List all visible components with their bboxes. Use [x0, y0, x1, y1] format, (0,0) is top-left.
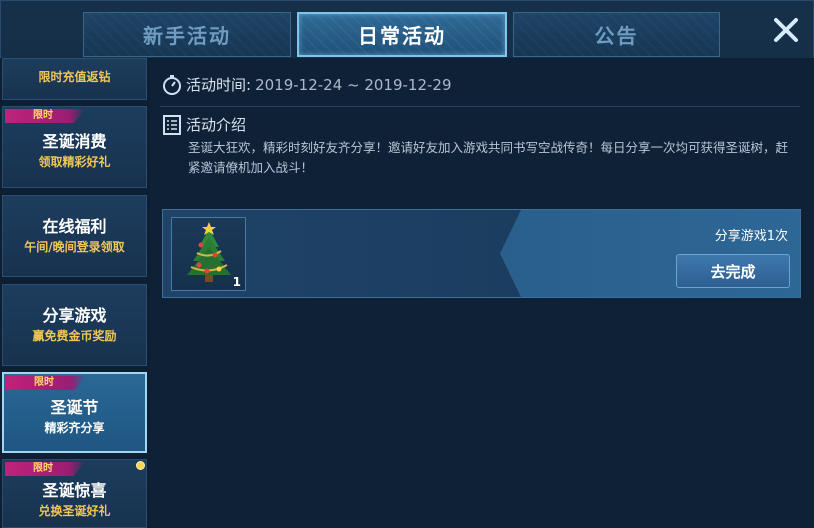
sidebar-item-subtitle: 赢免费金币奖励: [32, 329, 117, 343]
sidebar-item-share-game[interactable]: 分享游戏 赢免费金币奖励: [2, 284, 147, 366]
sidebar-item-christmas[interactable]: 限时 圣诞节 精彩齐分享: [2, 372, 147, 453]
divider: [160, 106, 800, 107]
sidebar-item-title: 圣诞节: [50, 397, 99, 417]
limited-badge: 限时: [5, 109, 85, 123]
limited-badge: 限时: [5, 462, 85, 476]
go-complete-button[interactable]: 去完成: [676, 254, 790, 288]
sidebar-item-title: 圣诞消费: [42, 132, 107, 151]
tab-label: 日常活动: [358, 24, 446, 48]
sidebar-item-christmas-surprise[interactable]: 限时 圣诞惊喜 兑换圣诞好礼: [2, 459, 147, 528]
sidebar-item-title: 限时充值返钻: [38, 70, 111, 84]
sidebar-item-title: 圣诞惊喜: [42, 480, 107, 500]
task-name: 分享游戏1次: [714, 229, 788, 244]
stopwatch-icon: [163, 74, 181, 95]
tab-label: 公告: [594, 24, 639, 48]
limited-badge: 限时: [6, 376, 86, 390]
activity-sidebar: 限时充值返钻 限时 圣诞消费 领取精彩好礼 在线福利 午间/晚间登录领取 分享游…: [0, 58, 150, 528]
sidebar-item-online-welfare[interactable]: 在线福利 午间/晚间登录领取: [2, 195, 147, 277]
sidebar-item-recharge-rebate[interactable]: 限时充值返钻: [2, 58, 147, 100]
notification-dot-icon: [136, 461, 145, 470]
activity-intro-row: 活动介绍: [162, 114, 246, 135]
reward-item-slot[interactable]: 1: [171, 217, 246, 291]
close-button[interactable]: [768, 12, 804, 48]
activity-intro-label: 活动介绍: [186, 116, 247, 134]
sidebar-item-subtitle: 精彩齐分享: [44, 420, 105, 435]
tab-daily-activities[interactable]: 日常活动: [297, 12, 507, 57]
document-list-icon: [163, 114, 181, 135]
activity-time-value: 2019-12-24 ~ 2019-12-29: [255, 75, 452, 94]
activity-time-row: 活动时间: 2019-12-24 ~ 2019-12-29: [162, 74, 452, 95]
activity-intro-text: 圣诞大狂欢，精彩时刻好友齐分享！邀请好友加入游戏共同书写空战传奇！每日分享一次均…: [188, 140, 789, 175]
sidebar-item-christmas-spend[interactable]: 限时 圣诞消费 领取精彩好礼: [2, 106, 147, 188]
sidebar-item-title: 在线福利: [42, 217, 107, 236]
tab-label: 新手活动: [143, 24, 231, 48]
sidebar-item-subtitle: 领取精彩好礼: [38, 155, 111, 169]
sidebar-item-title: 分享游戏: [42, 306, 107, 325]
sidebar-item-subtitle: 兑换圣诞好礼: [38, 503, 111, 518]
reward-item-count: 1: [232, 275, 241, 289]
tab-announcements[interactable]: 公告: [513, 12, 720, 57]
activity-detail-panel: 活动时间: 2019-12-24 ~ 2019-12-29 活动介绍 圣诞大狂欢…: [150, 58, 814, 528]
christmas-tree-icon: [187, 222, 231, 282]
activity-time-label: 活动时间:: [186, 76, 252, 94]
tab-newbie-activities[interactable]: 新手活动: [83, 12, 291, 57]
sidebar-item-subtitle: 午间/晚间登录领取: [24, 240, 125, 254]
task-card: 1 分享游戏1次 去完成: [162, 209, 801, 298]
close-icon: [774, 18, 798, 42]
